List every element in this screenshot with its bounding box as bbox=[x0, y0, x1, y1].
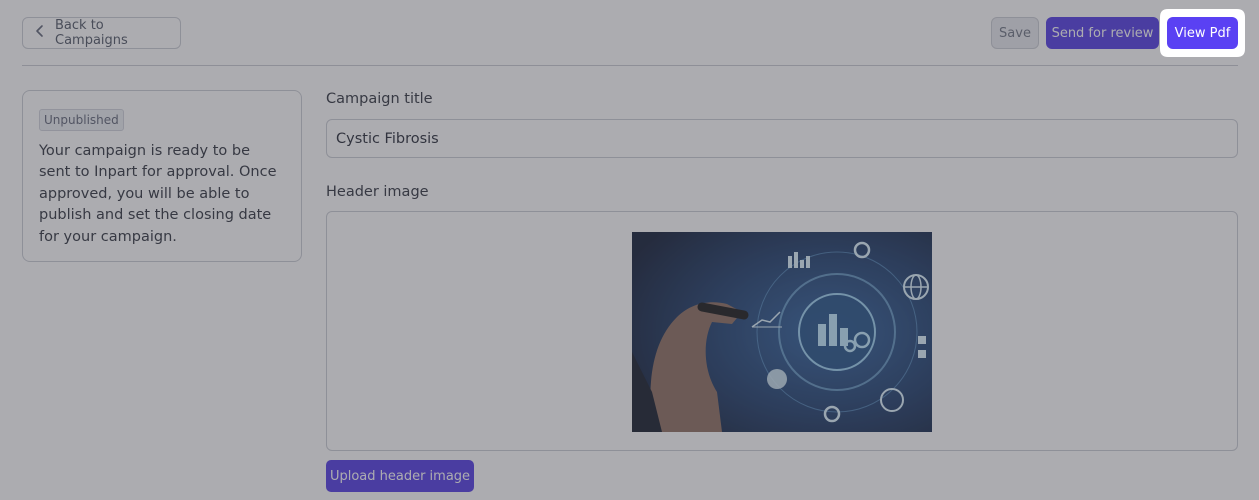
chevron-left-icon bbox=[33, 24, 47, 42]
header-image bbox=[632, 232, 932, 432]
header-divider bbox=[22, 65, 1238, 66]
upload-header-image-button[interactable]: Upload header image bbox=[326, 460, 474, 492]
send-for-review-button[interactable]: Send for review bbox=[1046, 17, 1159, 49]
campaign-title-input[interactable] bbox=[326, 119, 1238, 158]
header-image-label: Header image bbox=[326, 184, 429, 200]
back-label: Back to Campaigns bbox=[55, 18, 128, 48]
status-badge: Unpublished bbox=[39, 109, 124, 131]
back-to-campaigns-button[interactable]: Back to Campaigns bbox=[22, 17, 181, 49]
header-image-preview bbox=[326, 211, 1238, 451]
campaign-editor: Back to Campaigns Save Send for review V… bbox=[0, 0, 1259, 500]
view-pdf-button[interactable]: View Pdf bbox=[1167, 17, 1238, 49]
save-button[interactable]: Save bbox=[991, 17, 1039, 49]
status-card: Unpublished Your campaign is ready to be… bbox=[22, 90, 302, 262]
status-message: Your campaign is ready to be sent to Inp… bbox=[39, 143, 277, 245]
campaign-title-label: Campaign title bbox=[326, 91, 433, 107]
